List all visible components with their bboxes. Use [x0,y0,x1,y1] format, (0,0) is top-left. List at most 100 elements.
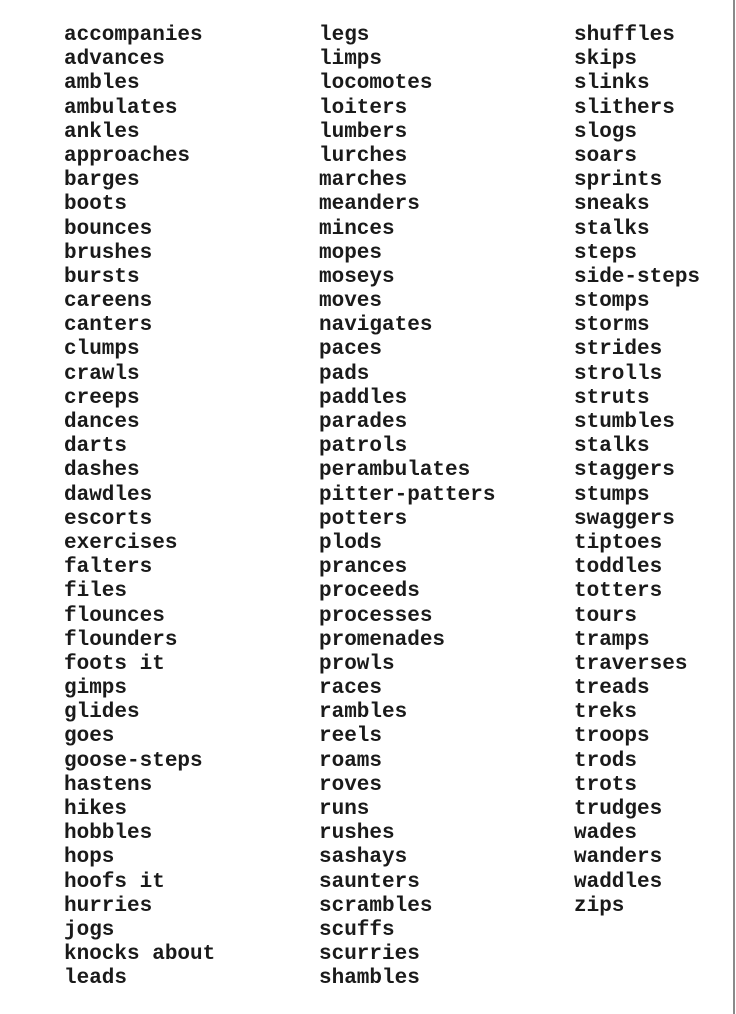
word-list-item: potters [319,507,408,531]
word-list-item: perambulates [319,459,471,483]
word-list-item: strides [574,338,663,362]
word-list-item: stalks [574,435,650,459]
word-list-item: mopes [319,241,383,265]
word-list-item: moseys [319,265,395,289]
word-list-item: stumps [574,483,650,507]
word-list-item: rushes [319,822,395,846]
word-list-item: dashes [64,459,140,483]
word-list-item: waddles [574,870,663,894]
word-list-item: navigates [319,314,433,338]
word-column-3: shuffles skips slinks slithers slogs soars spr… [574,24,700,919]
word-list-item: proceeds [319,580,420,604]
word-list-item: scurries [319,943,420,967]
word-list-item: foots it [64,652,165,676]
word-list-item: trots [574,773,638,797]
word-list-item: struts [574,386,650,410]
word-list-item: trods [574,749,638,773]
word-list-item: shuffles [574,24,675,47]
word-list-item: falters [64,556,153,580]
word-list-page: accompanies advances ambles ambulates ankles… [0,0,736,1014]
word-list-item: leads [64,967,128,991]
word-list-item: creeps [64,386,140,410]
word-list-item: hobbles [64,822,153,846]
word-list-item: canters [64,314,153,338]
word-list-item: files [64,580,128,604]
word-list-item: locomotes [319,72,433,96]
word-list-item: tours [574,604,638,628]
word-column-1: accompanies advances ambles ambulates ankles… [64,24,215,992]
word-list-item: trudges [574,798,663,821]
word-list-item: stalks [574,217,650,241]
word-list-item: tiptoes [574,531,663,555]
word-list-item: promenades [319,628,446,652]
word-list-item: sashays [319,846,408,870]
word-list-item: exercises [64,531,178,555]
word-list-item: pitter-patters [319,483,496,507]
word-list-item: strolls [574,362,663,386]
word-list-item: stumbles [574,411,675,434]
word-list-item: barges [64,169,140,193]
word-list-item: scrambles [319,894,433,918]
word-list-item: parades [319,411,408,434]
word-list-item: rambles [319,701,408,725]
word-list-item: swaggers [574,507,675,531]
word-list-item: loiters [319,96,408,120]
word-list-item: limps [319,48,383,72]
word-list-item: paces [319,338,383,362]
word-list-item: wanders [574,846,663,870]
word-list-item: accompanies [64,24,203,47]
word-list-item: glides [64,701,140,725]
word-list-item: boots [64,193,128,217]
word-list-item: stomps [574,290,650,314]
word-list-item: wades [574,822,638,846]
word-list-item: hoofs it [64,870,165,894]
word-list-item: traverses [574,652,688,676]
word-list-item: roams [319,749,383,773]
word-list-item: tramps [574,628,650,652]
word-list-item: brushes [64,241,153,265]
word-list-item: slinks [574,72,650,96]
word-list-item: lumbers [319,120,408,144]
word-list-item: marches [319,169,408,193]
word-list-item: escorts [64,507,153,531]
word-list-item: soars [574,144,638,168]
word-list-item: side-steps [574,265,701,289]
word-list-item: paddles [319,386,408,410]
word-list-item: totters [574,580,663,604]
word-list-item: skips [574,48,638,72]
word-list-item: scuffs [319,918,395,942]
word-list-item: storms [574,314,650,338]
word-list-item: bursts [64,265,140,289]
word-list-item: dances [64,411,140,434]
word-list-item: clumps [64,338,140,362]
word-list-item: lurches [319,144,408,168]
word-list-item: processes [319,604,433,628]
word-list-item: treks [574,701,638,725]
word-list-item: reels [319,725,383,749]
word-list-item: dawdles [64,483,153,507]
word-list-item: treads [574,677,650,701]
word-list-item: troops [574,725,650,749]
word-list-item: flounces [64,604,165,628]
word-list-item: ankles [64,120,140,144]
word-column-2: legs limps locomotes loiters lumbers lurches m… [319,24,495,992]
word-list-item: prances [319,556,408,580]
word-list-item: careens [64,290,153,314]
word-list-item: knocks about [64,943,216,967]
word-list-item: saunters [319,870,420,894]
word-list-item: slithers [574,96,675,120]
word-list-item: shambles [319,967,420,991]
word-list-item: crawls [64,362,140,386]
word-list-item: hurries [64,894,153,918]
word-list-item: goose-steps [64,749,203,773]
word-list-item: hastens [64,773,153,797]
word-list-item: advances [64,48,165,72]
word-list-item: steps [574,241,638,265]
word-list-item: plods [319,531,383,555]
word-list-item: staggers [574,459,675,483]
word-list-item: bounces [64,217,153,241]
word-list-item: darts [64,435,128,459]
word-list-item: sprints [574,169,663,193]
word-list-item: runs [319,798,370,821]
word-list-item: goes [64,725,115,749]
